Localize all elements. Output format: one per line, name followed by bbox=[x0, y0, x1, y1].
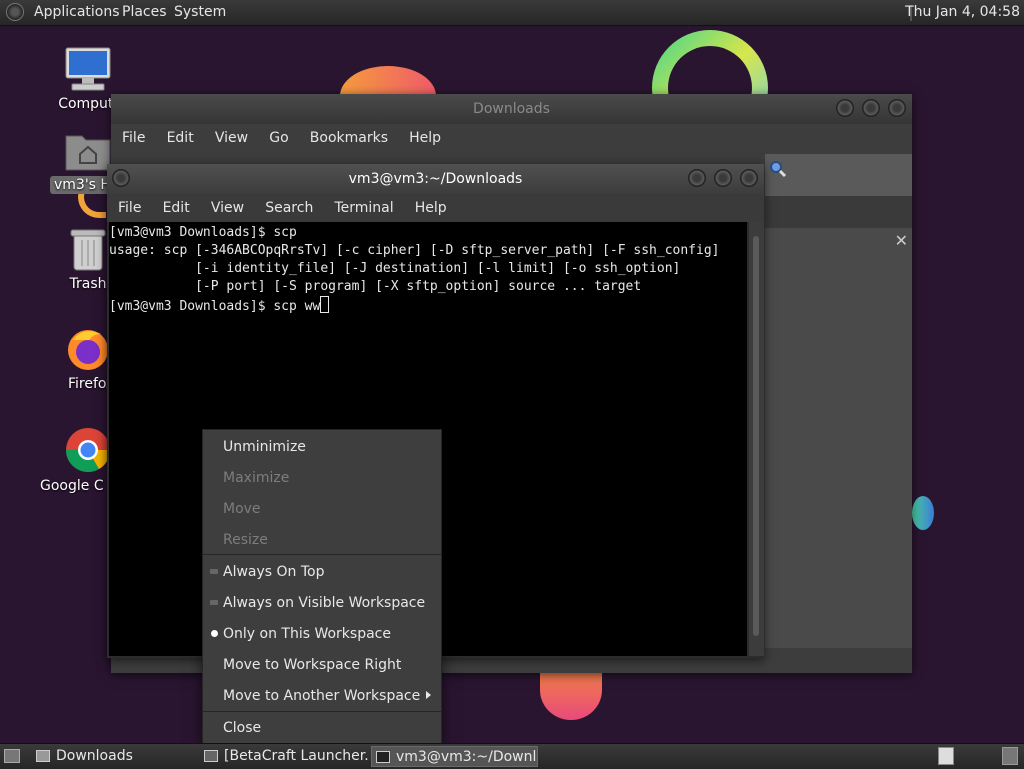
menu-terminal[interactable]: Terminal bbox=[334, 200, 393, 216]
terminal-prompt: [vm3@vm3 Downloads]$ scp ww bbox=[109, 299, 321, 314]
taskbar-item-terminal[interactable]: vm3@vm3:~/Downl... bbox=[371, 746, 538, 767]
taskbar-item-betacraft[interactable]: [BetaCraft Launcher... bbox=[204, 746, 368, 767]
menu-item-close[interactable]: Close bbox=[223, 720, 261, 736]
submenu-arrow-icon bbox=[426, 691, 431, 699]
app-icon bbox=[204, 750, 218, 762]
close-button[interactable] bbox=[888, 99, 906, 117]
desktop-icon-label: Firefox bbox=[68, 376, 108, 392]
taskbar-item-downloads[interactable]: Downloads bbox=[36, 746, 200, 767]
menu-edit[interactable]: Edit bbox=[167, 130, 194, 146]
folder-icon bbox=[36, 750, 50, 762]
menu-item-move-to-another-workspace[interactable]: Move to Another Workspace bbox=[223, 688, 420, 704]
chrome-icon bbox=[64, 426, 112, 474]
menu-view[interactable]: View bbox=[215, 130, 248, 146]
menubar: File Edit View Go Bookmarks Help bbox=[111, 124, 912, 152]
menu-help[interactable]: Help bbox=[409, 130, 441, 146]
file-manager-content[interactable]: ✕ bbox=[765, 228, 912, 648]
menu-file[interactable]: File bbox=[118, 200, 141, 216]
menu-item-unminimize[interactable]: Unminimize bbox=[223, 439, 306, 455]
menu-item-move-to-workspace-right[interactable]: Move to Workspace Right bbox=[223, 657, 401, 673]
terminal-line: [-P port] [-S program] [-X sftp_option] … bbox=[109, 279, 642, 294]
maximize-button[interactable] bbox=[862, 99, 880, 117]
menubar: File Edit View Search Terminal Help bbox=[107, 194, 764, 222]
menu-search[interactable]: Search bbox=[265, 200, 313, 216]
terminal-line: [vm3@vm3 Downloads]$ scp bbox=[109, 225, 297, 240]
taskbar-item-label: vm3@vm3:~/Downl... bbox=[396, 749, 538, 765]
applications-menu[interactable]: Applications bbox=[34, 4, 120, 20]
menu-item-always-on-visible-workspace[interactable]: Always on Visible Workspace bbox=[223, 595, 425, 611]
menu-file[interactable]: File bbox=[122, 130, 145, 146]
scrollbar-thumb[interactable] bbox=[753, 236, 759, 636]
window-title: Downloads bbox=[473, 101, 550, 117]
menu-item-move: Move bbox=[223, 501, 261, 517]
home-folder-icon bbox=[64, 128, 112, 172]
window-context-menu: Unminimize Maximize Move Resize Always O… bbox=[202, 429, 442, 745]
menu-help[interactable]: Help bbox=[415, 200, 447, 216]
radio-off-icon bbox=[210, 569, 218, 574]
taskbar-item-label: [BetaCraft Launcher... bbox=[224, 748, 368, 764]
file-manager-toolbar bbox=[765, 154, 912, 196]
terminal-line: usage: scp [-346ABCOpqRrsTv] [-c cipher]… bbox=[109, 243, 720, 258]
computer-icon bbox=[64, 46, 112, 92]
menu-item-maximize: Maximize bbox=[223, 470, 290, 486]
menu-item-resize: Resize bbox=[223, 532, 268, 548]
wallpaper-shape bbox=[912, 496, 934, 530]
radio-on-icon bbox=[211, 630, 218, 637]
menu-go[interactable]: Go bbox=[269, 130, 288, 146]
desktop-icon-label: Trash bbox=[69, 276, 107, 292]
menu-item-always-on-top[interactable]: Always On Top bbox=[223, 564, 325, 580]
terminal-line: [-i identity_file] [-J destination] [-l … bbox=[109, 261, 681, 276]
menu-separator bbox=[203, 711, 441, 712]
workspace-switcher[interactable] bbox=[938, 747, 954, 765]
window-title: vm3@vm3:~/Downloads bbox=[348, 171, 523, 187]
firefox-icon bbox=[65, 326, 111, 372]
close-icon[interactable]: ✕ bbox=[895, 233, 908, 249]
desktop-icon-label: Google Chrome bbox=[40, 478, 104, 494]
places-menu[interactable]: Places bbox=[122, 4, 167, 20]
minimize-button[interactable] bbox=[836, 99, 854, 117]
maximize-button[interactable] bbox=[714, 169, 732, 187]
menu-item-only-on-this-workspace[interactable]: Only on This Workspace bbox=[223, 626, 391, 642]
trash-applet-icon[interactable] bbox=[1002, 747, 1018, 765]
bottom-panel: Downloads [BetaCraft Launcher... vm3@vm3… bbox=[0, 743, 1024, 769]
menu-bookmarks[interactable]: Bookmarks bbox=[310, 130, 388, 146]
system-menu[interactable]: System bbox=[174, 4, 226, 20]
window-titlebar[interactable]: Downloads bbox=[111, 94, 912, 124]
search-icon[interactable] bbox=[769, 160, 787, 178]
window-buttons bbox=[828, 99, 906, 121]
file-manager-pathbar bbox=[765, 196, 912, 228]
window-titlebar[interactable]: vm3@vm3:~/Downloads bbox=[107, 164, 764, 194]
show-desktop-icon[interactable] bbox=[4, 749, 20, 763]
close-button[interactable] bbox=[740, 169, 758, 187]
clock[interactable]: Thu Jan 4, 04:58 bbox=[905, 4, 1020, 20]
terminal-icon bbox=[376, 751, 390, 763]
minimize-button[interactable] bbox=[688, 169, 706, 187]
terminal-output: [vm3@vm3 Downloads]$ scp usage: scp [-34… bbox=[109, 222, 747, 316]
window-buttons bbox=[680, 169, 758, 191]
radio-off-icon bbox=[210, 600, 218, 605]
menu-edit[interactable]: Edit bbox=[163, 200, 190, 216]
text-cursor bbox=[320, 296, 330, 313]
distro-logo-icon[interactable] bbox=[6, 3, 24, 21]
top-panel: Applications Places System Thu Jan 4, 04… bbox=[0, 0, 1024, 26]
menu-view[interactable]: View bbox=[211, 200, 244, 216]
trash-icon bbox=[68, 226, 108, 272]
scrollbar[interactable] bbox=[749, 222, 764, 656]
menu-separator bbox=[203, 554, 441, 555]
taskbar-item-label: Downloads bbox=[56, 748, 133, 764]
